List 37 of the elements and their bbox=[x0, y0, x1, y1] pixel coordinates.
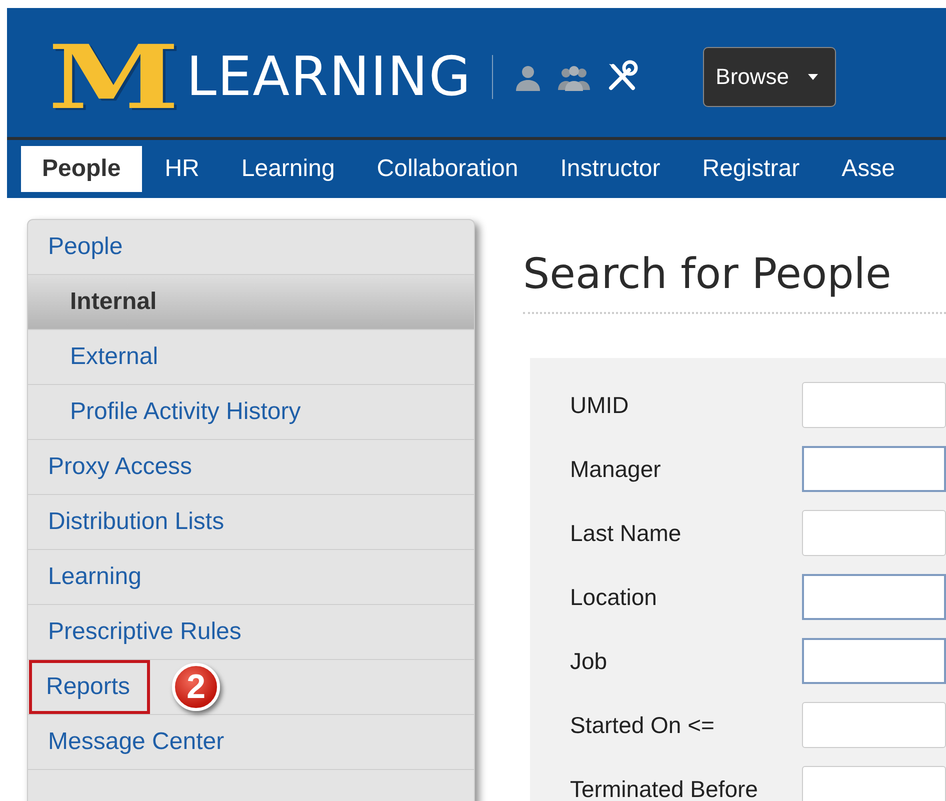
nav-tab[interactable]: HR bbox=[144, 146, 220, 192]
nav-tab[interactable]: People bbox=[21, 146, 142, 192]
sidebar-item[interactable]: Internal bbox=[64, 279, 163, 325]
input-field[interactable] bbox=[802, 702, 946, 748]
sidebar-item[interactable]: Learning bbox=[42, 554, 148, 600]
page-title: Search for People bbox=[523, 249, 946, 314]
nav-tab[interactable]: Collaboration bbox=[356, 146, 540, 192]
sidebar-item[interactable]: External bbox=[64, 334, 164, 380]
input-field[interactable] bbox=[802, 382, 946, 428]
sidebar-item[interactable]: Message Center bbox=[42, 719, 230, 765]
nav-tab[interactable]: Learning bbox=[220, 146, 356, 192]
sidebar-item[interactable]: Prescriptive Rules bbox=[42, 609, 248, 655]
nav-tab[interactable]: Instructor bbox=[539, 146, 682, 192]
input-field[interactable] bbox=[802, 766, 946, 801]
field-label: UMID bbox=[570, 392, 630, 418]
field-label: Terminated Before bbox=[570, 776, 759, 801]
field-label: Manager bbox=[570, 456, 662, 482]
input-field[interactable] bbox=[802, 510, 946, 556]
logo-text: LEARNING bbox=[186, 45, 472, 108]
sidebar-item[interactable]: Proxy Access bbox=[42, 444, 198, 490]
input-field[interactable] bbox=[802, 638, 946, 684]
input-field[interactable] bbox=[802, 574, 946, 620]
nav-tab[interactable]: Asse bbox=[820, 146, 916, 192]
caret-icon bbox=[807, 72, 820, 80]
logo-mark: M bbox=[48, 32, 180, 120]
callout-badge: 2 bbox=[172, 663, 220, 711]
browse-button[interactable]: Browse bbox=[702, 46, 836, 106]
field-label: Job bbox=[570, 648, 608, 674]
sidebar-item[interactable]: Profile Activity History bbox=[64, 389, 307, 435]
field-label: Location bbox=[570, 584, 658, 610]
sidebar-item[interactable]: Reports bbox=[29, 660, 150, 714]
field-label: Started On <= bbox=[570, 712, 716, 738]
input-field[interactable] bbox=[802, 446, 946, 492]
sidebar-item[interactable]: Distribution Lists bbox=[42, 499, 230, 545]
nav-tab[interactable]: Registrar bbox=[681, 146, 821, 192]
field-label: Last Name bbox=[570, 520, 682, 546]
sidebar-item[interactable]: People bbox=[42, 224, 129, 270]
